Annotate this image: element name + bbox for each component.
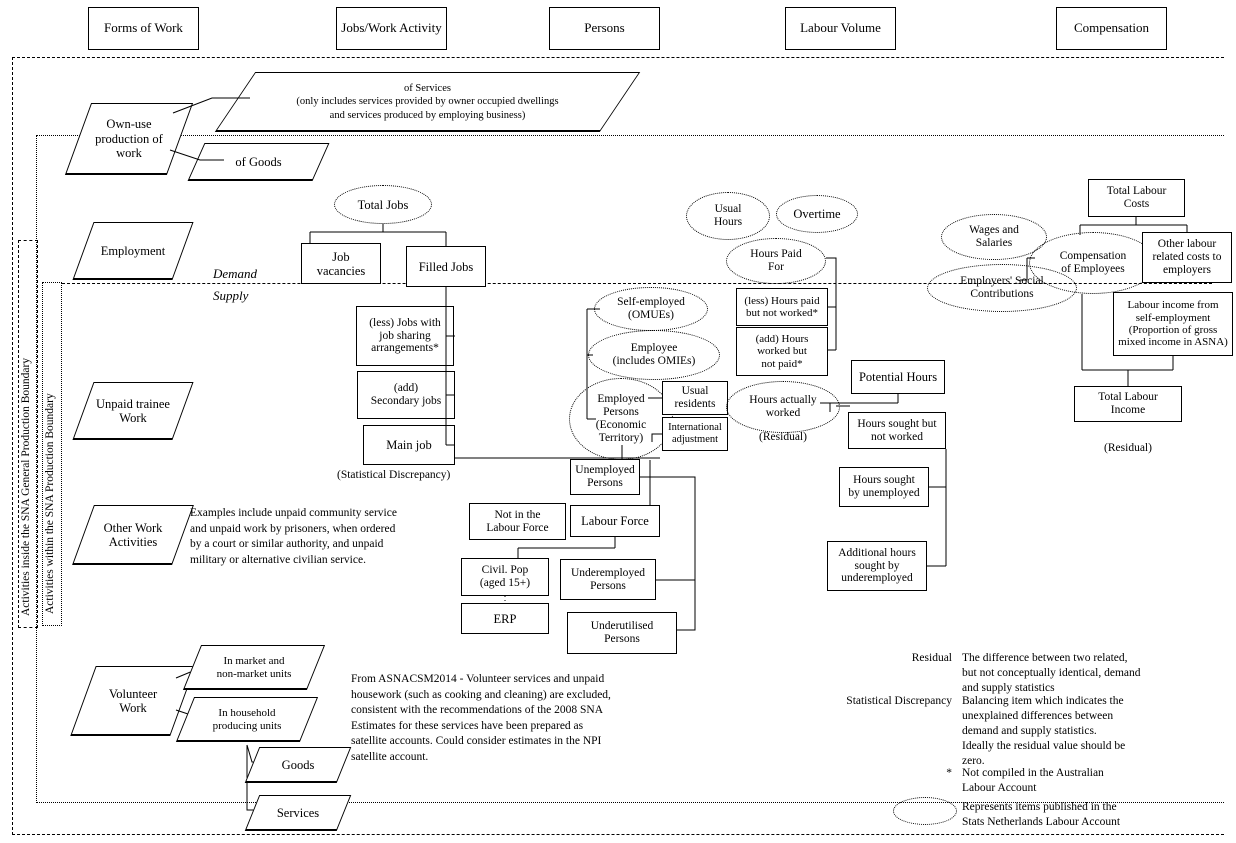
underemployed-persons-box: Underemployed Persons (560, 559, 656, 600)
volunteer-in-household-units: In household producing units (175, 697, 319, 742)
form-employment-label: Employment (100, 243, 166, 258)
unemployed-persons-box: Unemployed Persons (570, 459, 640, 495)
employee-ellipse: Employee (includes OMIEs) (588, 330, 720, 380)
total-labour-income-box: Total Labour Income (1074, 386, 1182, 422)
overtime-ellipse: Overtime (776, 195, 858, 233)
form-other-work-activities: Other Work Activities (72, 505, 194, 565)
filled-jobs-box: Filled Jobs (406, 246, 486, 287)
legend-term-asterisk: * (946, 767, 952, 779)
main-job-box: Main job (363, 425, 455, 465)
underutilised-persons-box: Underutilised Persons (567, 612, 677, 654)
own-use-of-services: of Services (only includes services prov… (214, 72, 641, 132)
civil-pop-box: Civil. Pop (aged 15+) (461, 558, 549, 596)
header-forms-of-work: Forms of Work (88, 7, 199, 50)
other-work-examples-note: Examples include unpaid community servic… (190, 507, 397, 566)
form-other-work-activities-label: Other Work Activities (103, 520, 163, 549)
volunteer-satellite-note: From ASNACSM2014 - Volunteer services an… (351, 673, 611, 763)
hours-actually-worked-note: (Residual) (759, 431, 807, 443)
additional-hours-underemployed-box: Additional hours sought by underemployed (827, 541, 927, 591)
demand-label: Demand (213, 266, 258, 281)
hours-actually-worked-ellipse: Hours actually worked (726, 381, 840, 433)
potential-hours-box: Potential Hours (851, 360, 945, 394)
legend-def-dotted-ellipse: Represents items published in the Stats … (962, 801, 1121, 828)
form-unpaid-trainee-work-label: Unpaid trainee Work (96, 396, 170, 425)
form-own-use-production-label: Own-use production of work (95, 117, 163, 161)
total-labour-costs-box: Total Labour Costs (1088, 179, 1185, 217)
header-compensation: Compensation (1056, 7, 1167, 50)
legend-def-asterisk: Not compiled in the Australian Labour Ac… (962, 767, 1104, 794)
less-hours-paid-not-worked-box: (less) Hours paid but not worked* (736, 288, 828, 326)
volunteer-services-label: Services (276, 805, 320, 820)
general-boundary-label: Activities inside the SNA General Produc… (20, 357, 32, 616)
erp-box: ERP (461, 603, 549, 634)
other-labour-related-costs-box: Other labour related costs to employers (1142, 232, 1232, 283)
own-use-of-services-label: of Services (only includes services prov… (296, 83, 559, 121)
legend-term-residual: Residual (911, 652, 952, 664)
usual-hours-ellipse: Usual Hours (686, 192, 770, 240)
employed-persons-ellipse: Employed Persons (Economic Territory) (569, 378, 673, 460)
form-own-use-production: Own-use production of work (64, 103, 194, 175)
volunteer-goods-label: Goods (281, 757, 315, 772)
hours-sought-but-not-worked-box: Hours sought but not worked (848, 412, 946, 449)
volunteer-in-market-units: In market and non-market units (182, 645, 326, 690)
volunteer-services: Services (244, 795, 352, 831)
own-use-of-goods: of Goods (187, 143, 330, 181)
self-employed-ellipse: Self-employed (OMUEs) (594, 287, 708, 331)
volunteer-in-market-units-label: In market and non-market units (216, 654, 292, 680)
form-volunteer-work-label: Volunteer Work (108, 686, 158, 715)
total-labour-income-note: (Residual) (1104, 442, 1152, 454)
compensation-of-employees-ellipse: Compensation of Employees (1029, 232, 1157, 294)
own-use-of-goods-label: of Goods (235, 154, 282, 169)
header-labour-volume: Labour Volume (785, 7, 896, 50)
statistical-discrepancy-note: (Statistical Discrepancy) (337, 469, 451, 481)
legend-term-statistical-discrepancy: Statistical Discrepancy (846, 695, 952, 707)
less-jobs-job-sharing-box: (less) Jobs with job sharing arrangement… (356, 306, 454, 366)
form-unpaid-trainee-work: Unpaid trainee Work (72, 382, 194, 440)
form-employment: Employment (72, 222, 194, 280)
supply-label: Supply (213, 288, 249, 303)
header-jobs-work-activity: Jobs/Work Activity (336, 7, 447, 50)
labour-income-self-employment-box: Labour income from self-employment (Prop… (1113, 292, 1233, 356)
hours-paid-for-ellipse: Hours Paid For (726, 238, 826, 284)
legend-def-residual: The difference between two related, but … (962, 652, 1141, 694)
hours-sought-by-unemployed-box: Hours sought by unemployed (839, 467, 929, 507)
labour-force-box: Labour Force (570, 505, 660, 537)
add-hours-worked-not-paid-box: (add) Hours worked but not paid* (736, 327, 828, 376)
volunteer-goods: Goods (244, 747, 352, 783)
form-volunteer-work: Volunteer Work (70, 666, 196, 736)
header-persons: Persons (549, 7, 660, 50)
legend-dotted-ellipse-icon (893, 797, 957, 825)
total-jobs-ellipse: Total Jobs (334, 185, 432, 224)
international-adjustment-box: International adjustment (662, 417, 728, 451)
legend-def-statistical-discrepancy: Balancing item which indicates the unexp… (962, 695, 1126, 767)
usual-residents-box: Usual residents (662, 381, 728, 415)
volunteer-in-household-units-label: In household producing units (212, 706, 282, 732)
sna-boundary-label: Activities within the SNA Production Bou… (44, 393, 56, 614)
labour-account-diagram: Activities inside the SNA General Produc… (0, 0, 1236, 843)
job-vacancies-box: Job vacancies (301, 243, 381, 284)
not-in-labour-force-box: Not in the Labour Force (469, 503, 566, 540)
add-secondary-jobs-box: (add) Secondary jobs (357, 371, 455, 419)
